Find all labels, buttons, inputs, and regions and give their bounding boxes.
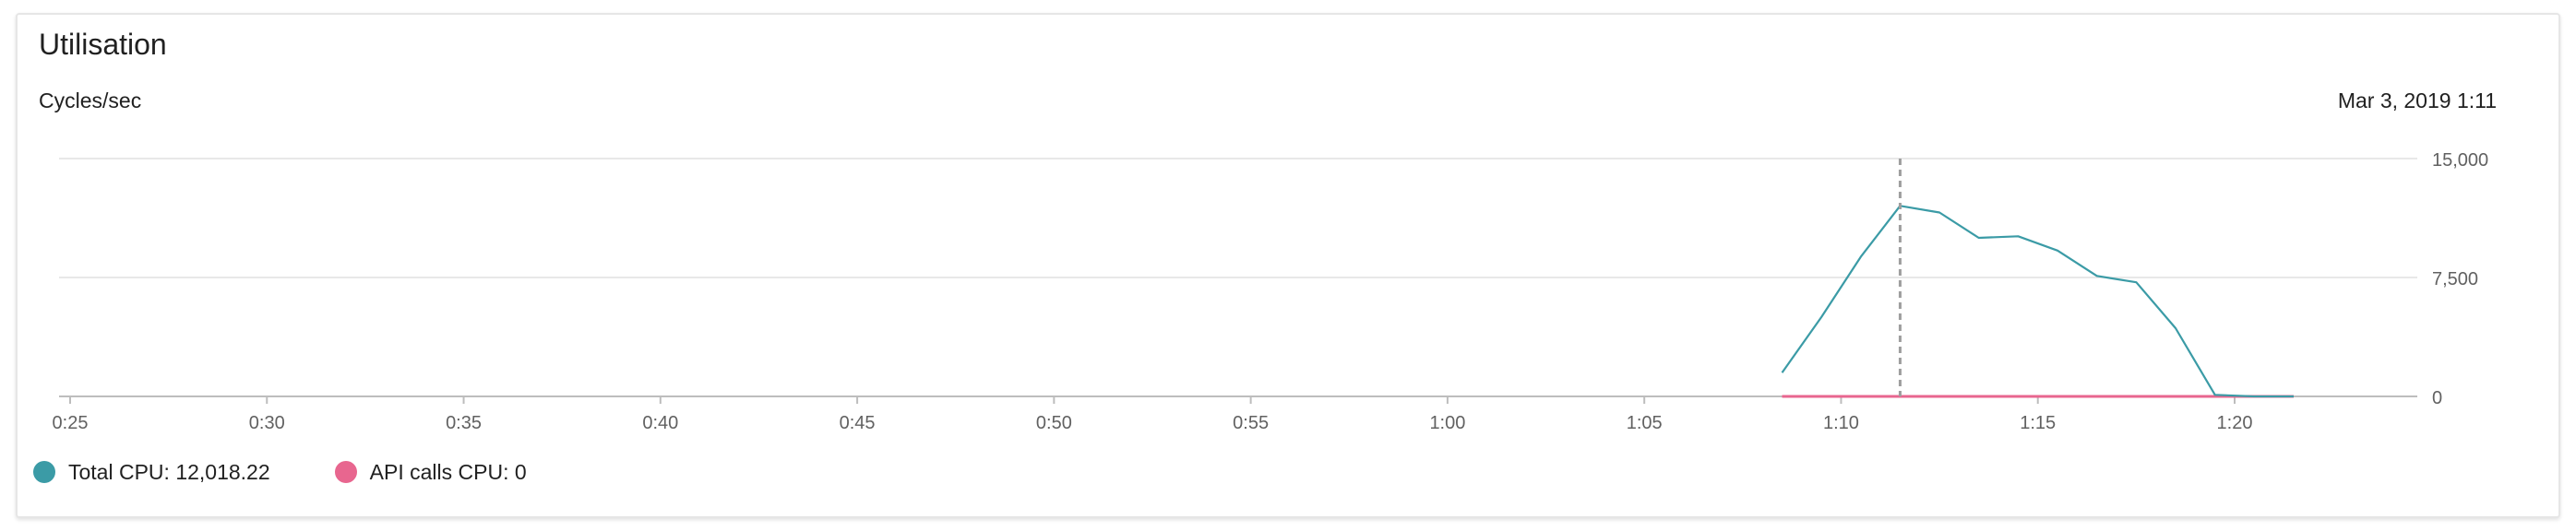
x-tick-label: 0:45 bbox=[840, 413, 876, 433]
x-axis: 0:25 0:30 0:35 0:40 0:45 0:50 0:55 1:00 1:05 1:10… bbox=[53, 396, 2253, 433]
y-tick-label: 15,000 bbox=[2432, 150, 2488, 171]
x-tick-label: 1:15 bbox=[2020, 413, 2056, 433]
series-layer bbox=[1781, 205, 2294, 398]
utilisation-line-chart[interactable]: 0:25 0:30 0:35 0:40 0:45 0:50 0:55 1:00 1:05 1:10… bbox=[0, 0, 2576, 531]
chart-legend: Total CPU: 12,018.22 API calls CPU: 0 bbox=[33, 457, 591, 487]
x-tick-label: 1:00 bbox=[1429, 413, 1465, 433]
y-tick-label: 7,500 bbox=[2432, 269, 2478, 289]
x-tick-label: 1:10 bbox=[1823, 413, 1859, 433]
series-line-total-cpu bbox=[1781, 205, 2294, 398]
total-cpu-legend-dot bbox=[33, 461, 55, 483]
x-tick-label: 0:50 bbox=[1036, 413, 1072, 433]
x-tick-label: 0:40 bbox=[642, 413, 678, 433]
x-tick-label: 0:30 bbox=[249, 413, 285, 433]
legend-label-api-calls-cpu: API calls CPU: 0 bbox=[369, 459, 527, 484]
legend-label-total-cpu: Total CPU: 12,018.22 bbox=[68, 459, 270, 484]
y-tick-label: 0 bbox=[2432, 388, 2442, 408]
x-tick-label: 1:05 bbox=[1627, 413, 1663, 433]
x-tick-label: 0:55 bbox=[1233, 413, 1269, 433]
api-calls-cpu-legend-dot bbox=[334, 461, 357, 483]
x-tick-label: 1:20 bbox=[2217, 413, 2253, 433]
y-axis: 15,000 7,500 0 bbox=[2432, 150, 2488, 408]
x-tick-label: 0:35 bbox=[446, 413, 482, 433]
x-tick-label: 0:25 bbox=[53, 413, 89, 433]
legend-item-api-calls-cpu[interactable]: API calls CPU: 0 bbox=[334, 459, 527, 485]
grid-layer bbox=[59, 158, 2417, 397]
legend-item-total-cpu[interactable]: Total CPU: 12,018.22 bbox=[33, 460, 270, 485]
